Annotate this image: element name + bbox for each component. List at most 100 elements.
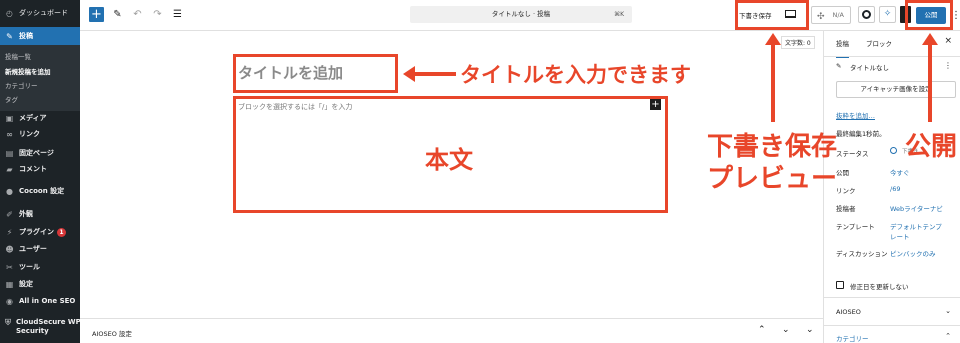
- link-value[interactable]: /69: [890, 185, 900, 193]
- menu-comments-label: コメント: [19, 165, 47, 173]
- shield-icon: ⛨: [5, 318, 11, 327]
- publish-value[interactable]: 今すぐ: [890, 167, 910, 177]
- menu-posts-label: 投稿: [19, 32, 33, 40]
- menu-cloudsecure[interactable]: ⛨ CloudSecure WP Security: [0, 318, 81, 340]
- menu-settings[interactable]: ▦ 設定: [0, 276, 80, 292]
- menu-plugins-label: プラグイン: [19, 228, 54, 236]
- publish-label: 公開: [836, 169, 849, 177]
- chevron-down-icon[interactable]: ⌄: [945, 307, 951, 315]
- divider: [824, 297, 960, 298]
- undo-icon[interactable]: ↶: [130, 7, 145, 22]
- link-icon: ∞: [6, 129, 13, 139]
- move-down-icon[interactable]: ⌄: [782, 325, 790, 335]
- seo-score-label: N/A: [832, 11, 845, 19]
- menu-media[interactable]: ▣ メディア: [0, 110, 80, 126]
- close-icon[interactable]: ×: [944, 36, 952, 46]
- menu-cloudsecure-label: CloudSecure WP Security: [16, 318, 81, 336]
- plugins-update-badge: 1: [57, 227, 66, 237]
- submenu-categories[interactable]: カテゴリー: [5, 80, 38, 90]
- menu-tools-label: ツール: [19, 263, 40, 271]
- menu-appearance-label: 外観: [19, 210, 33, 218]
- move-up-icon[interactable]: ⌃: [758, 325, 766, 335]
- menu-plugins[interactable]: ⚡ プラグイン 1: [0, 224, 80, 240]
- menu-comments[interactable]: ▰ コメント: [0, 161, 80, 177]
- arrow-line: [771, 44, 775, 122]
- wand-icon: ✧: [883, 9, 892, 19]
- title-highlight-box: [233, 54, 398, 93]
- toggle-icon[interactable]: ⌄: [806, 325, 814, 335]
- user-icon: ☻: [5, 244, 14, 254]
- menu-appearance[interactable]: ✐ 外観: [0, 206, 80, 222]
- discussion-value[interactable]: ピンバックのみ: [890, 248, 936, 258]
- chevron-up-icon[interactable]: ⌃: [945, 332, 951, 340]
- aioseo-metabox-title[interactable]: AIOSEO 設定: [92, 328, 132, 338]
- discussion-label: ディスカッション: [836, 250, 888, 258]
- menu-cocoon[interactable]: ● Cocoon 設定: [0, 183, 80, 199]
- menu-aioseo-label: All in One SEO: [19, 297, 76, 305]
- aioseo-icon: ◉: [6, 296, 13, 306]
- status-label: ステータス: [836, 150, 869, 158]
- seo-score-button[interactable]: ✣ N/A: [811, 6, 851, 24]
- author-value[interactable]: Webライターナビ: [890, 203, 943, 213]
- settings-sidebar: 投稿 ブロック × ✎ タイトルなし ⋮ アイキャッチ画像を設定 抜粋を追加… …: [823, 31, 960, 343]
- submenu-tags[interactable]: タグ: [5, 94, 18, 104]
- plugin-circle-button[interactable]: [858, 6, 875, 23]
- editor-toolbar: + ✎ ↶ ↷ ☰ タイトルなし · 投稿 ⌘K 下書き保存 ✣ N/A ✧ 公…: [80, 0, 960, 31]
- template-label: テンプレート: [836, 223, 875, 231]
- submenu-all-posts[interactable]: 投稿一覧: [5, 51, 31, 61]
- dashboard-icon: ◴: [6, 8, 13, 18]
- post-actions-icon[interactable]: ⋮: [944, 61, 952, 70]
- template-value-line1[interactable]: デフォルトテンプ: [890, 221, 942, 231]
- magic-wand-button[interactable]: ✧: [879, 6, 896, 23]
- menu-media-label: メディア: [19, 114, 47, 122]
- no-update-date-checkbox[interactable]: [836, 281, 844, 289]
- cloudsecure-line2: Security: [16, 327, 49, 335]
- pen-icon[interactable]: ✎: [110, 7, 125, 22]
- last-edited-text: 最終編集1秒前。: [836, 130, 886, 138]
- draft-highlight-box: [735, 0, 809, 30]
- document-overview-icon[interactable]: ☰: [170, 7, 185, 22]
- arrow-line: [414, 72, 456, 76]
- menu-pages-label: 固定ページ: [19, 149, 54, 157]
- menu-tools[interactable]: ✂ ツール: [0, 259, 80, 275]
- cocoon-icon: ●: [6, 186, 13, 196]
- menu-dashboard[interactable]: ◴ ダッシュボード: [0, 5, 80, 21]
- admin-sidebar: ◴ ダッシュボード ✎ 投稿 投稿一覧 新規投稿を追加 カテゴリー タグ ▣ メ…: [0, 0, 81, 343]
- add-excerpt-link[interactable]: 抜粋を追加…: [836, 110, 875, 120]
- tab-block[interactable]: ブロック: [866, 38, 892, 48]
- wrench-icon: ✂: [6, 262, 13, 272]
- menu-pages[interactable]: ▤ 固定ページ: [0, 145, 80, 161]
- menu-links[interactable]: ∞ リンク: [0, 126, 80, 142]
- document-title: タイトルなし · 投稿: [491, 10, 551, 18]
- menu-users[interactable]: ☻ ユーザー: [0, 241, 80, 257]
- settings-icon: ▦: [5, 279, 14, 289]
- shortcut-hint: ⌘K: [614, 11, 624, 18]
- submenu-add-new[interactable]: 新規投稿を追加: [5, 66, 51, 76]
- category-panel-title[interactable]: カテゴリー: [836, 333, 869, 343]
- post-pen-icon: ✎: [836, 62, 842, 70]
- menu-settings-label: 設定: [19, 280, 33, 288]
- arrow-line: [928, 44, 932, 122]
- command-palette-bar[interactable]: タイトルなし · 投稿 ⌘K: [410, 6, 632, 23]
- media-icon: ▣: [5, 113, 14, 123]
- redo-icon[interactable]: ↷: [150, 7, 165, 22]
- aioseo-panel-title[interactable]: AIOSEO: [836, 308, 861, 316]
- brush-icon: ✐: [6, 209, 13, 219]
- menu-links-label: リンク: [19, 130, 40, 138]
- author-label: 投稿者: [836, 205, 856, 213]
- comment-icon: ▰: [6, 164, 13, 174]
- menu-aioseo[interactable]: ◉ All in One SEO: [0, 293, 80, 309]
- link-label: リンク: [836, 187, 856, 195]
- post-title-summary: タイトルなし: [850, 64, 889, 72]
- tab-post[interactable]: 投稿: [836, 38, 849, 58]
- title-annotation: タイトルを入力できます: [460, 63, 691, 87]
- add-block-button[interactable]: +: [89, 7, 104, 22]
- set-featured-image-button[interactable]: アイキャッチ画像を設定: [836, 81, 956, 98]
- body-annotation: 本文: [425, 146, 473, 174]
- template-value-line2[interactable]: レート: [890, 231, 910, 241]
- menu-posts[interactable]: ✎ 投稿: [0, 27, 80, 45]
- menu-cocoon-label: Cocoon 設定: [19, 187, 65, 195]
- divider: [824, 325, 960, 326]
- tabs-divider: [824, 56, 960, 57]
- circle-icon: [862, 10, 871, 19]
